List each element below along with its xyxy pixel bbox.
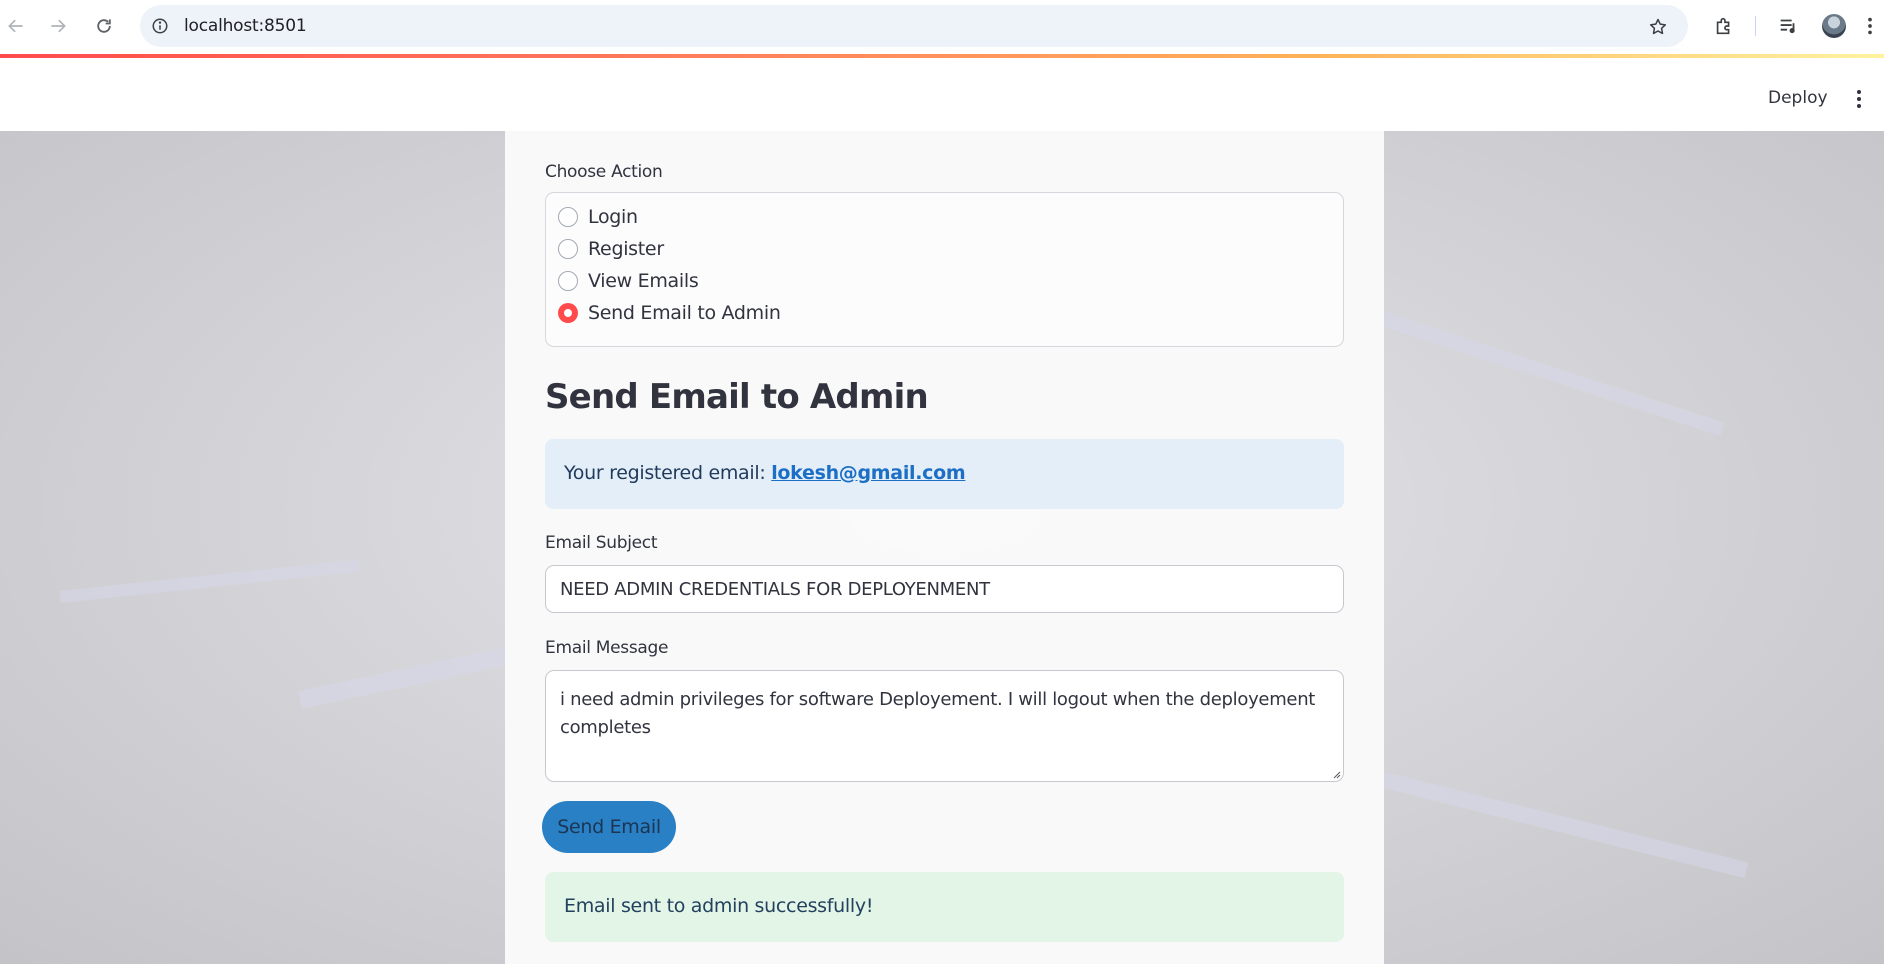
registered-email-link[interactable]: lokesh@gmail.com — [771, 462, 966, 484]
info-alert: Your registered email: lokesh@gmail.com — [545, 439, 1344, 509]
resize-handle-icon[interactable] — [1331, 769, 1341, 779]
radio-option-view-emails[interactable]: View Emails — [558, 267, 699, 295]
email-subject-value[interactable]: NEED ADMIN CREDENTIALS FOR DEPLOYENMENT — [560, 579, 990, 600]
email-subject-label: Email Subject — [545, 533, 658, 553]
kebab-menu-icon[interactable] — [1862, 12, 1878, 40]
url-text[interactable]: localhost:8501 — [184, 16, 307, 36]
address-bar[interactable]: localhost:8501 — [140, 5, 1688, 47]
toolbar-divider — [1755, 16, 1756, 36]
info-text: Your registered email: lokesh@gmail.com — [564, 462, 966, 484]
background-streak — [59, 559, 359, 603]
radio-circle[interactable] — [558, 271, 578, 291]
radio-label[interactable]: View Emails — [588, 270, 699, 292]
success-alert: Email sent to admin successfully! — [545, 872, 1344, 942]
email-message-textarea[interactable]: i need admin privileges for software Dep… — [545, 670, 1344, 782]
radio-option-login[interactable]: Login — [558, 203, 638, 231]
background-streak — [1377, 311, 1725, 436]
browser-toolbar: localhost:8501 — [0, 0, 1884, 52]
choose-action-label: Choose Action — [545, 162, 663, 182]
radio-circle[interactable] — [558, 239, 578, 259]
main-container: Choose Action Login Register View Emails… — [505, 131, 1384, 964]
page-title: Send Email to Admin — [545, 377, 929, 417]
radio-label[interactable]: Send Email to Admin — [588, 302, 781, 324]
choose-action-radio-group: Login Register View Emails Send Email to… — [545, 192, 1344, 347]
deploy-button[interactable]: Deploy — [1768, 88, 1828, 108]
kebab-menu-icon[interactable] — [1852, 88, 1866, 110]
media-queue-icon[interactable] — [1774, 12, 1802, 40]
email-subject-input[interactable]: NEED ADMIN CREDENTIALS FOR DEPLOYENMENT — [545, 565, 1344, 613]
puzzle-icon[interactable] — [1710, 12, 1738, 40]
profile-button[interactable] — [1820, 12, 1848, 40]
send-email-button[interactable]: Send Email — [542, 801, 676, 853]
back-arrow-icon[interactable] — [0, 10, 32, 42]
radio-option-send-email-to-admin[interactable]: Send Email to Admin — [558, 299, 781, 327]
avatar — [1822, 14, 1846, 38]
reload-icon[interactable] — [88, 10, 120, 42]
radio-circle[interactable] — [558, 207, 578, 227]
email-message-label: Email Message — [545, 638, 669, 658]
star-icon[interactable] — [1646, 15, 1670, 39]
success-text: Email sent to admin successfully! — [564, 895, 874, 917]
radio-label[interactable]: Login — [588, 206, 638, 228]
radio-circle-selected[interactable] — [558, 303, 578, 323]
app-header: Deploy — [0, 58, 1884, 131]
radio-label[interactable]: Register — [588, 238, 664, 260]
forward-arrow-icon[interactable] — [42, 10, 74, 42]
radio-option-register[interactable]: Register — [558, 235, 664, 263]
site-info-icon[interactable] — [148, 14, 172, 38]
info-prefix: Your registered email: — [564, 462, 772, 484]
email-message-value[interactable]: i need admin privileges for software Dep… — [560, 686, 1320, 742]
